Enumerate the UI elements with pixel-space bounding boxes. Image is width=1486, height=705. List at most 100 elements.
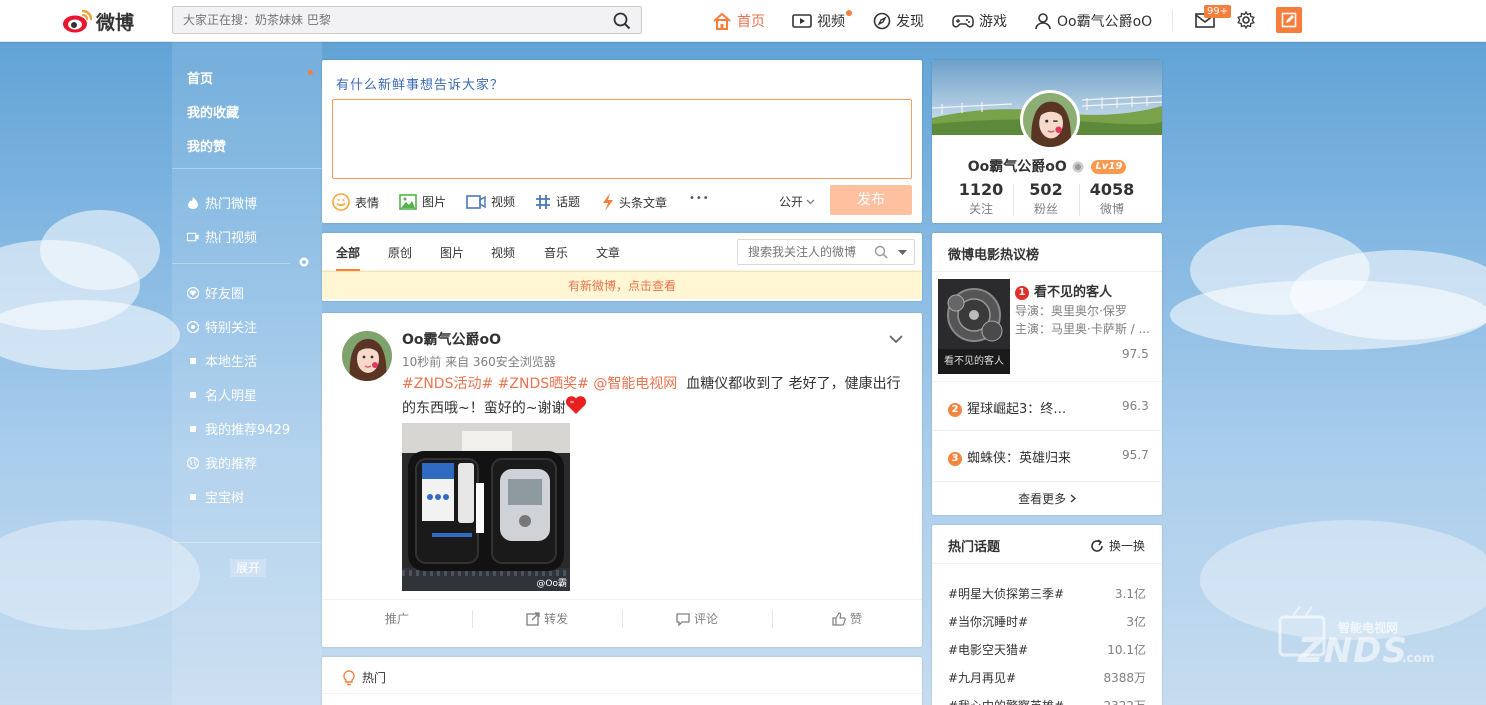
topic-item[interactable]: #当你沉睡时# xyxy=(948,613,1028,630)
feed-search-input[interactable] xyxy=(738,240,868,264)
publish-button[interactable]: 发布 xyxy=(830,185,912,215)
search-icon[interactable] xyxy=(613,12,631,30)
expand-button[interactable]: 展开 xyxy=(230,559,266,577)
topic-item[interactable]: #九月再见# xyxy=(948,669,1016,686)
hot-section-header[interactable]: 热门 xyxy=(342,669,386,686)
tab-all[interactable]: 全部 xyxy=(336,244,361,271)
tab-original[interactable]: 原创 xyxy=(388,244,412,261)
sidebar-item-favorites[interactable]: 我的收藏 xyxy=(187,102,239,121)
post-textarea[interactable] xyxy=(332,99,912,179)
movie-ranking-title[interactable]: 微博电影热议榜 xyxy=(948,244,1039,263)
sidebar-item-friends-circle[interactable]: 好友圈 xyxy=(187,283,244,302)
topic-item[interactable]: #电影空天猎# xyxy=(948,641,1028,658)
lightning-icon xyxy=(602,193,614,211)
nav-user-profile[interactable]: Oo霸气公爵oO xyxy=(1034,0,1152,42)
gear-icon xyxy=(1237,10,1255,30)
movie-item-title[interactable]: 2 猩球崛起3：终… xyxy=(948,398,1066,417)
znds-watermark: 智能电视网 ZNDS .com xyxy=(1278,605,1453,675)
global-search-input[interactable] xyxy=(173,7,603,33)
nav-game[interactable]: 游戏 xyxy=(952,0,1007,42)
sidebar-item-my-recommend[interactable]: 我的推荐 xyxy=(187,453,257,472)
sidebar-item-hot-video[interactable]: 热门视频 xyxy=(187,227,257,246)
new-posts-notice[interactable]: 有新微博，点击查看 xyxy=(322,271,922,299)
privacy-value: 公开 xyxy=(779,195,804,209)
level-badge[interactable]: Lv19 xyxy=(1091,160,1127,174)
video-button[interactable]: 视频 xyxy=(466,193,515,210)
global-search-box xyxy=(172,6,642,34)
sidebar-item-hot-weibo[interactable]: 热门微博 xyxy=(187,193,257,212)
comment-button[interactable]: 评论 xyxy=(622,600,772,637)
video-icon xyxy=(187,232,199,242)
gear-icon[interactable] xyxy=(298,256,310,268)
sidebar-item-home[interactable]: 首页 xyxy=(187,68,213,87)
post-image[interactable]: @Oo霸 xyxy=(402,423,570,591)
movie-item-title[interactable]: 3 蜘蛛侠：英雄归来 xyxy=(948,447,1071,466)
sidebar-item-baobaoshu[interactable]: 宝宝树 xyxy=(187,487,244,506)
caret-down-icon[interactable] xyxy=(898,250,907,256)
post-menu-button[interactable] xyxy=(889,333,903,347)
bullet-icon xyxy=(187,493,199,500)
tab-articles[interactable]: 文章 xyxy=(596,244,620,261)
hashtag-link[interactable]: #ZNDS晒奖# xyxy=(498,376,589,392)
movie-score: 97.5 xyxy=(1122,347,1149,361)
sidebar-divider xyxy=(172,542,322,543)
tab-music[interactable]: 音乐 xyxy=(544,244,568,261)
search-icon[interactable] xyxy=(874,245,888,259)
emoji-button[interactable]: 表情 xyxy=(332,193,379,211)
cloud-decoration xyxy=(1170,280,1486,350)
topic-item[interactable]: #明星大侦探第三季# xyxy=(948,585,1064,602)
message-count-badge: 99+ xyxy=(1204,5,1232,18)
top-navigation-bar: 微博 首页 视频 发现 游戏 Oo霸气公爵oO xyxy=(0,0,1486,42)
stat-following[interactable]: 1120 关注 xyxy=(948,180,1014,217)
compose-button[interactable] xyxy=(1276,7,1302,33)
sidebar-item-celebrities[interactable]: 名人明星 xyxy=(187,385,257,404)
feed-post-card: Oo霸气公爵oO 10秒前 来自 360安全浏览器 #ZNDS活动# #ZNDS… xyxy=(322,313,922,647)
movie-item-title[interactable]: 1 看不见的客人 xyxy=(1015,281,1112,300)
post-author-name[interactable]: Oo霸气公爵oO xyxy=(402,329,501,349)
chevron-down-icon xyxy=(889,335,903,344)
mention-link[interactable]: @智能电视网 xyxy=(593,376,677,392)
tool-label: 图片 xyxy=(422,195,447,209)
tab-video[interactable]: 视频 xyxy=(491,244,515,261)
logo-text: 微博 xyxy=(96,11,135,34)
view-more-link[interactable]: 查看更多 xyxy=(932,490,1162,507)
topic-count: 8388万 xyxy=(1103,671,1146,685)
nav-video[interactable]: 视频 xyxy=(792,0,845,42)
nav-discover-label: 发现 xyxy=(896,14,924,30)
sidebar-item-special-follow[interactable]: 特别关注 xyxy=(187,317,257,336)
nav-username: Oo霸气公爵oO xyxy=(1057,14,1153,30)
image-button[interactable]: 图片 xyxy=(399,193,446,210)
movie-poster[interactable]: 看不见的客人 xyxy=(938,279,1010,374)
sidebar-item-recommend-9429[interactable]: 我的推荐9429 xyxy=(187,419,290,438)
stat-posts[interactable]: 4058 微博 xyxy=(1079,180,1145,217)
sidebar-item-label: 热门视频 xyxy=(205,231,258,246)
profile-avatar[interactable] xyxy=(1020,90,1080,150)
movie-score: 95.7 xyxy=(1122,448,1149,462)
topic-item[interactable]: #我心中的警察英雄# xyxy=(948,697,1064,705)
nav-home[interactable]: 首页 xyxy=(712,0,765,42)
settings-button[interactable] xyxy=(1237,10,1255,32)
profile-name[interactable]: Oo霸气公爵oO Lv19 xyxy=(932,156,1162,176)
promote-button[interactable]: 推广 xyxy=(322,600,472,637)
headline-article-button[interactable]: 头条文章 xyxy=(602,193,667,211)
cloud-decoration xyxy=(0,520,200,630)
edit-icon xyxy=(1281,12,1297,28)
tab-images[interactable]: 图片 xyxy=(440,244,464,261)
movie-score: 96.3 xyxy=(1122,399,1149,413)
post-author-avatar[interactable] xyxy=(342,331,392,381)
topic-button[interactable]: 话题 xyxy=(535,193,580,210)
like-button[interactable]: 赞 xyxy=(772,600,922,637)
sidebar-item-label: 我的推荐9429 xyxy=(205,423,291,438)
movie-title-text: 猩球崛起3：终… xyxy=(967,402,1067,417)
weibo-logo[interactable]: 微博 xyxy=(62,6,142,36)
hashtag-link[interactable]: #ZNDS活动# xyxy=(402,376,493,392)
nav-discover[interactable]: 发现 xyxy=(873,0,924,42)
refresh-button[interactable]: 换一换 xyxy=(1090,537,1145,554)
lightbulb-icon xyxy=(343,669,355,685)
repost-button[interactable]: 转发 xyxy=(472,600,622,637)
sidebar-item-likes[interactable]: 我的赞 xyxy=(187,136,226,155)
stat-followers[interactable]: 502 粉丝 xyxy=(1013,180,1079,217)
sidebar-item-local-life[interactable]: 本地生活 xyxy=(187,351,257,370)
more-tools-button[interactable]: ••• xyxy=(689,193,710,204)
privacy-select[interactable]: 公开 xyxy=(779,193,815,210)
